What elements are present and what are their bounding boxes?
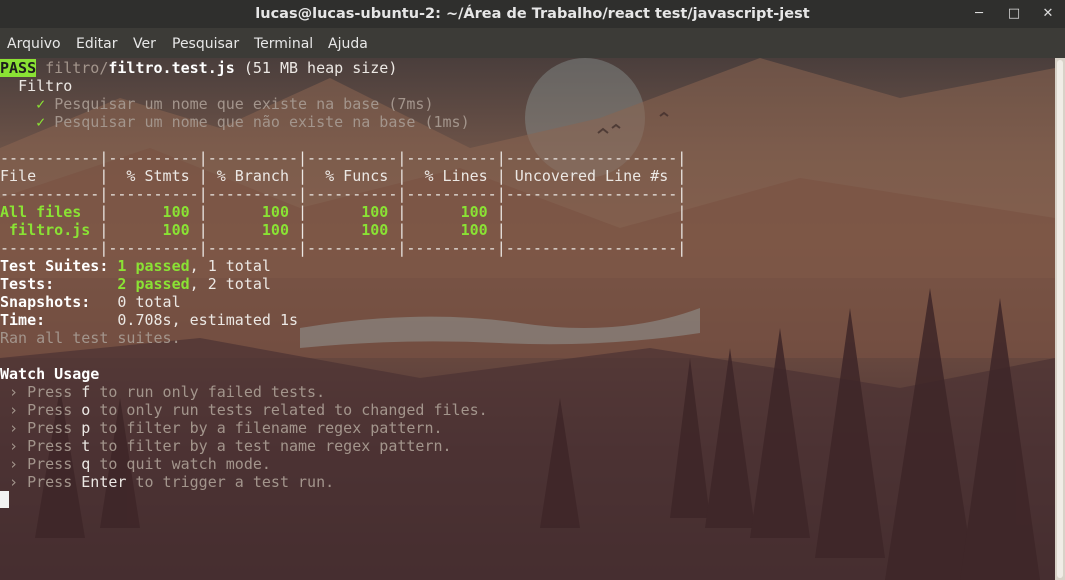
watch-usage-item: › Press q to quit watch mode. bbox=[0, 455, 271, 473]
window-title: lucas@lucas-ubuntu-2: ~/Área de Trabalho… bbox=[255, 6, 810, 22]
close-button[interactable]: ✕ bbox=[1037, 3, 1059, 25]
terminal-scrollbar[interactable] bbox=[1055, 58, 1065, 580]
coverage-row-filtro: filtro.js | 100 | 100 | 100 | 100 | | bbox=[0, 221, 687, 239]
watch-key: f bbox=[81, 383, 91, 401]
summary-passed: 1 passed bbox=[117, 257, 190, 275]
summary-time: Time: 0.708s, estimated 1s bbox=[0, 311, 298, 329]
watch-usage-item: › Press p to filter by a filename regex … bbox=[0, 419, 443, 437]
summary-total: , 1 total bbox=[189, 257, 271, 275]
coverage-row-all-files: All files | 100 | 100 | 100 | 100 | | bbox=[0, 203, 687, 221]
watch-usage-item: › Press f to run only failed tests. bbox=[0, 383, 326, 401]
watch-usage-title: Watch Usage bbox=[0, 365, 100, 383]
watch-usage-item: › Press o to only run tests related to c… bbox=[0, 401, 488, 419]
coverage-branch: 100 bbox=[207, 221, 289, 239]
ran-all-line: Ran all test suites. bbox=[0, 329, 181, 347]
watch-key: t bbox=[81, 437, 91, 455]
summary-value: 0 total bbox=[117, 293, 181, 311]
coverage-stmts: 100 bbox=[108, 203, 190, 221]
window-titlebar[interactable]: lucas@lucas-ubuntu-2: ~/Área de Trabalho… bbox=[0, 0, 1065, 28]
coverage-separator: -----------|----------|----------|------… bbox=[0, 239, 687, 257]
watch-usage-item: › Press Enter to trigger a test run. bbox=[0, 473, 335, 491]
suite-line: Filtro bbox=[0, 77, 72, 95]
summary-total: , 2 total bbox=[189, 275, 271, 293]
summary-label: Test Suites: bbox=[0, 257, 109, 275]
coverage-file-name: All files bbox=[0, 203, 100, 221]
pass-badge: PASS bbox=[0, 59, 37, 77]
heap-size: (51 MB heap size) bbox=[243, 59, 398, 77]
watch-key: o bbox=[81, 401, 91, 419]
test-file-dir: filtro/ bbox=[45, 59, 109, 77]
watch-key: Enter bbox=[81, 473, 127, 491]
check-icon: ✓ bbox=[36, 113, 46, 131]
menu-terminal[interactable]: Terminal bbox=[254, 28, 313, 58]
menu-bar: Arquivo Editar Ver Pesquisar Terminal Aj… bbox=[0, 28, 1065, 58]
coverage-file-name: filtro.js bbox=[0, 221, 100, 239]
coverage-separator: -----------|----------|----------|------… bbox=[0, 149, 687, 167]
test-result-2: ✓ Pesquisar um nome que não existe na ba… bbox=[0, 113, 470, 131]
menu-editar[interactable]: Editar bbox=[76, 28, 117, 58]
terminal-cursor bbox=[0, 491, 9, 508]
summary-label: Tests: bbox=[0, 275, 55, 293]
watch-key: q bbox=[81, 455, 91, 473]
menu-ajuda[interactable]: Ajuda bbox=[328, 28, 368, 58]
menu-ver[interactable]: Ver bbox=[133, 28, 156, 58]
summary-value: 0.708s, estimated 1s bbox=[117, 311, 299, 329]
menu-arquivo[interactable]: Arquivo bbox=[7, 28, 61, 58]
coverage-funcs: 100 bbox=[307, 203, 389, 221]
test-file-line: PASS filtro/filtro.test.js (51 MB heap s… bbox=[0, 59, 397, 77]
summary-tests: Tests: 2 passed, 2 total bbox=[0, 275, 271, 293]
summary-label: Time: bbox=[0, 311, 46, 329]
coverage-separator: -----------|----------|----------|------… bbox=[0, 185, 687, 203]
menu-pesquisar[interactable]: Pesquisar bbox=[172, 28, 239, 58]
summary-label: Snapshots: bbox=[0, 293, 91, 311]
test-file-name: filtro.test.js bbox=[108, 59, 235, 77]
test-name: Pesquisar um nome que existe na base (7m… bbox=[54, 95, 434, 113]
minimize-button[interactable]: ─ bbox=[968, 3, 990, 25]
summary-snapshots: Snapshots: 0 total bbox=[0, 293, 181, 311]
watch-key: p bbox=[81, 419, 91, 437]
coverage-lines: 100 bbox=[406, 221, 488, 239]
terminal-area[interactable]: PASS filtro/filtro.test.js (51 MB heap s… bbox=[0, 58, 1055, 580]
suite-name: Filtro bbox=[18, 77, 73, 95]
test-name: Pesquisar um nome que não existe na base… bbox=[54, 113, 470, 131]
coverage-header: File | % Stmts | % Branch | % Funcs | % … bbox=[0, 167, 687, 185]
maximize-button[interactable]: □ bbox=[1003, 3, 1025, 25]
check-icon: ✓ bbox=[36, 95, 46, 113]
scrollbar-thumb[interactable] bbox=[1057, 60, 1063, 578]
summary-suites: Test Suites: 1 passed, 1 total bbox=[0, 257, 271, 275]
coverage-lines: 100 bbox=[406, 203, 488, 221]
watch-usage-item: › Press t to filter by a test name regex… bbox=[0, 437, 452, 455]
coverage-stmts: 100 bbox=[108, 221, 190, 239]
coverage-branch: 100 bbox=[207, 203, 289, 221]
coverage-funcs: 100 bbox=[307, 221, 389, 239]
test-result-1: ✓ Pesquisar um nome que existe na base (… bbox=[0, 95, 433, 113]
summary-passed: 2 passed bbox=[117, 275, 190, 293]
